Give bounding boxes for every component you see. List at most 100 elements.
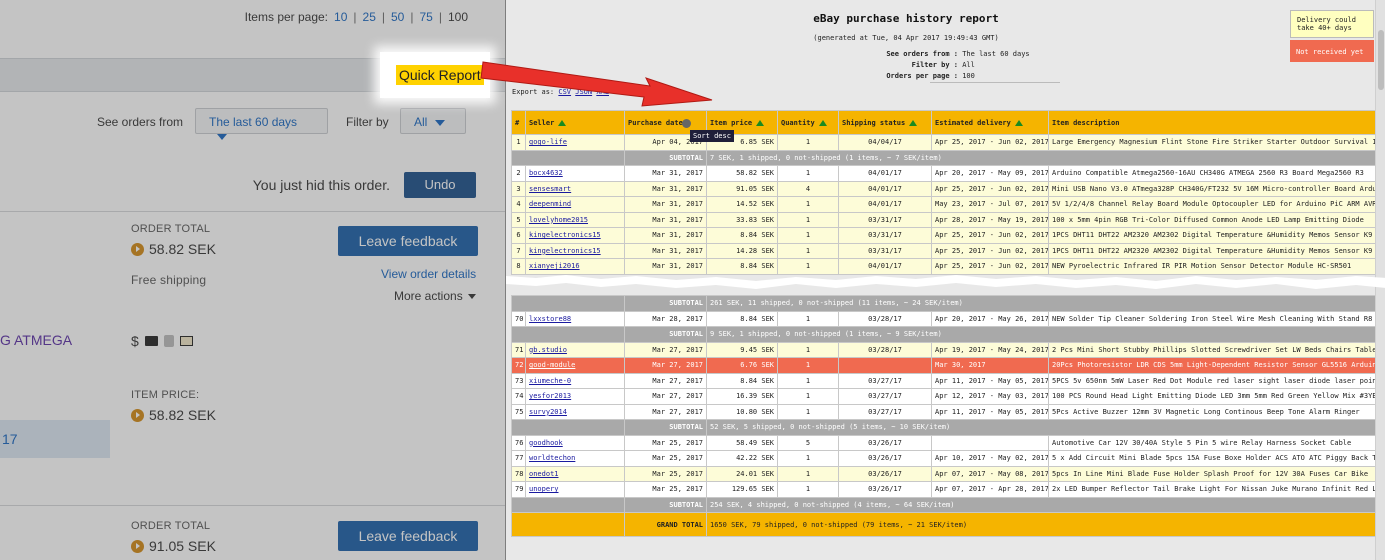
quantity-cell: 1: [777, 403, 839, 420]
item-description-cell: 5pcs In Line Mini Blade Fuse Holder Spla…: [1047, 465, 1378, 482]
seller-link[interactable]: kingelectronics15: [529, 231, 601, 239]
subtotal-label: SUBTOTAL: [624, 295, 707, 312]
meta-row: Orders per page : 100: [886, 72, 975, 80]
leave-feedback-button[interactable]: Leave feedback: [338, 521, 478, 551]
sort-tooltip: Sort desc: [690, 130, 734, 142]
item-description-cell: 20Pcs Photoresistor LDR CDS 5mm Light-De…: [1047, 357, 1378, 374]
seller-link[interactable]: xiumeche-0: [529, 377, 571, 385]
table-row: 2 bocx4632 Mar 31, 2017 58.82 SEK 1 04/01/17 A…: [511, 165, 1377, 182]
seller-cell: worldtechon: [525, 450, 625, 467]
item-price-cell: 8.84 SEK: [706, 372, 778, 389]
export-json-link[interactable]: JSON: [575, 88, 592, 96]
seller-cell: lovelyhome2015: [525, 211, 625, 228]
shipping-status-cell: 03/27/17: [838, 372, 932, 389]
quantity-cell: 1: [777, 341, 839, 358]
subtotal-text: 254 SEK, 4 shipped, 0 not-shipped (4 ite…: [705, 496, 1378, 513]
subtotal-row: SUBTOTAL 261 SEK, 11 shipped, 0 not-shipp…: [511, 295, 1378, 312]
col-quantity[interactable]: Quantity: [777, 110, 839, 135]
item-price-cell: 42.22 SEK: [706, 450, 778, 467]
seller-link[interactable]: worldtechon: [529, 454, 575, 462]
seller-link[interactable]: good-module: [529, 361, 575, 369]
col-shipping-status[interactable]: Shipping status: [838, 110, 932, 135]
seller-link[interactable]: survy2014: [529, 408, 567, 416]
ipp-option-25[interactable]: 25: [363, 10, 376, 24]
shipping-status-cell: 03/31/17: [838, 227, 932, 244]
seller-cell: kingelectronics15: [525, 227, 625, 244]
scroll-thumb[interactable]: [1378, 30, 1384, 90]
item-price-cell: 24.01 SEK: [706, 465, 778, 482]
quantity-cell: 1: [777, 357, 839, 374]
quantity-cell: 1: [777, 134, 839, 151]
item-price-label: ITEM PRICE:: [131, 389, 200, 401]
col-estimated-delivery[interactable]: Estimated delivery: [931, 110, 1049, 135]
seller-link[interactable]: lxxstore88: [529, 315, 571, 323]
item-title-link[interactable]: G ATMEGA: [0, 332, 72, 348]
seller-cell: survy2014: [525, 403, 625, 420]
view-order-details-link[interactable]: View order details: [381, 267, 476, 281]
quick-report-button[interactable]: Quick Report: [396, 65, 484, 85]
export-xml-link[interactable]: XML: [596, 88, 609, 96]
subtotal-label: SUBTOTAL: [624, 496, 707, 513]
filter-by-value: All: [414, 115, 428, 129]
ipp-option-100[interactable]: 100: [448, 10, 468, 24]
seller-link[interactable]: xianyeji2016: [529, 262, 580, 270]
subtotal-row: SUBTOTAL 254 SEK, 4 shipped, 0 not-shippe…: [511, 496, 1378, 513]
item-description-cell: 100 x 5mm 4pin RGB Tri-Color Diffused Co…: [1048, 211, 1377, 228]
seller-link[interactable]: yesfor2013: [529, 392, 571, 400]
leave-feedback-button[interactable]: Leave feedback: [338, 226, 478, 256]
shipping-status-cell: 03/28/17: [838, 310, 932, 327]
quantity-cell: 1: [777, 481, 839, 498]
col-index: #: [511, 110, 526, 135]
item-price-cell: 10.80 SEK: [706, 403, 778, 420]
item-description-cell: 2 Pcs Mini Short Stubby Phillips Slotted…: [1047, 341, 1378, 358]
row-index: 7: [511, 242, 526, 259]
row-index: 74: [511, 388, 526, 405]
row-index: 4: [511, 196, 526, 213]
quick-report-highlight: Quick Report: [380, 52, 490, 98]
shipping-status-cell: 03/31/17: [838, 242, 932, 259]
row-index: 78: [511, 465, 526, 482]
legend-not-received: Not received yet: [1290, 40, 1374, 62]
seller-link[interactable]: sensesmart: [529, 185, 571, 193]
quantity-cell: 1: [777, 372, 839, 389]
seller-link[interactable]: unopery: [529, 485, 559, 493]
order-total: 58.82 SEK: [131, 241, 216, 257]
report-meta: See orders from : The last 60 days Filte…: [846, 49, 1060, 83]
seller-link[interactable]: kingelectronics15: [529, 247, 601, 255]
col-seller[interactable]: Seller: [525, 110, 625, 135]
sort-asc-icon: [909, 119, 918, 126]
ipp-option-10[interactable]: 10: [334, 10, 347, 24]
seller-link[interactable]: goodhook: [529, 439, 563, 447]
more-actions-menu[interactable]: More actions: [394, 289, 476, 303]
grand-total-row: GRAND TOTAL 1650 SEK, 79 shipped, 0 not-…: [511, 512, 1378, 537]
quantity-cell: 1: [777, 242, 839, 259]
filter-by-dropdown[interactable]: All: [400, 108, 466, 134]
seller-link[interactable]: bocx4632: [529, 169, 563, 177]
purchase-date-cell: Mar 25, 2017: [624, 434, 707, 451]
table-row: 3 sensesmart Mar 31, 2017 91.05 SEK 4 04/01/1…: [511, 180, 1377, 197]
item-price-cell: 58.82 SEK: [706, 165, 778, 182]
currency-icon: [131, 408, 144, 422]
seller-link[interactable]: deepenmind: [529, 200, 571, 208]
tracking-icon: [163, 335, 174, 347]
shipping-status-cell: 04/01/17: [838, 180, 932, 197]
seller-link[interactable]: gogo-life: [529, 138, 567, 146]
estimated-delivery-cell: Apr 19, 2017 - May 24, 2017: [931, 341, 1049, 358]
seller-link[interactable]: lovelyhome2015: [529, 216, 588, 224]
ipp-option-75[interactable]: 75: [419, 10, 432, 24]
ipp-option-50[interactable]: 50: [391, 10, 404, 24]
item-description-cell: NEW Solder Tip Cleaner Soldering Iron St…: [1047, 310, 1378, 327]
shipping-status-cell: 03/26/17: [838, 434, 932, 451]
table-row: 77 worldtechon Mar 25, 2017 42.22 SEK 1 03/26…: [511, 450, 1378, 467]
undo-button[interactable]: Undo: [404, 172, 476, 198]
see-orders-dropdown[interactable]: The last 60 days: [195, 108, 328, 140]
export-csv-link[interactable]: CSV: [558, 88, 571, 96]
seller-link[interactable]: onedot1: [529, 470, 559, 478]
estimated-delivery-cell: Apr 20, 2017 - May 09, 2017: [931, 165, 1049, 182]
item-price-cell: 6.76 SEK: [706, 357, 778, 374]
estimated-delivery-cell: Apr 25, 2017 - Jun 02, 2017: [931, 227, 1049, 244]
subtotal-text: 9 SEK, 1 shipped, 0 not-shipped (1 items…: [705, 326, 1378, 343]
seller-link[interactable]: gb.studio: [529, 346, 567, 354]
col-item-description[interactable]: Item description: [1048, 110, 1377, 135]
estimated-delivery-cell: Apr 11, 2017 - May 05, 2017: [931, 403, 1049, 420]
